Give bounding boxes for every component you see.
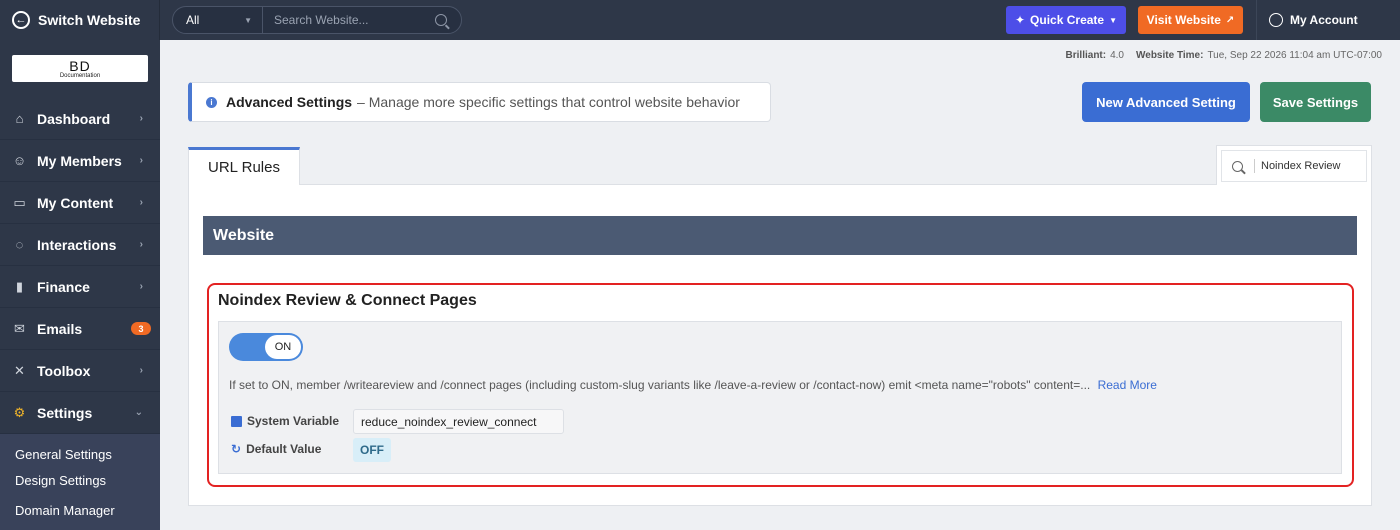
folder-icon: ▭ xyxy=(13,194,26,210)
system-variable-label-text: System Variable xyxy=(247,414,340,428)
switch-website-label: Switch Website xyxy=(38,12,141,28)
system-variable-label: System Variable xyxy=(231,414,339,428)
my-account-label: My Account xyxy=(1290,13,1358,27)
sidebar-item-emails[interactable]: ✉ Emails 3 xyxy=(0,308,160,350)
gear-icon: ⚙ xyxy=(13,404,26,420)
search-scope-select[interactable]: All ▼ xyxy=(173,7,263,33)
tools-icon: ✕ xyxy=(14,362,25,378)
sidebar-item-toolbox[interactable]: ✕ Toolbox › xyxy=(0,350,160,392)
sidebar-item-interactions[interactable]: ◌ Interactions › xyxy=(0,224,160,266)
chevron-down-icon: ⌄ xyxy=(134,407,143,418)
chevron-right-icon: › xyxy=(139,113,143,124)
chevron-right-icon: › xyxy=(139,365,143,376)
users-icon: ☺ xyxy=(12,153,27,168)
setting-description: If set to ON, member /writeareview and /… xyxy=(229,378,1157,392)
sidebar-item-label: Settings xyxy=(37,404,93,421)
visit-website-label: Visit Website xyxy=(1146,13,1221,27)
version-value: 4.0 xyxy=(1110,50,1124,61)
website-search: All ▼ Search Website... xyxy=(172,6,462,34)
copy-icon xyxy=(231,415,242,427)
chart-icon: ▮ xyxy=(15,278,24,294)
tab-url-rules[interactable]: URL Rules xyxy=(188,147,300,185)
email-count-badge: 3 xyxy=(131,322,151,335)
top-bar: ← Switch Website All ▼ Search Website...… xyxy=(0,0,1400,40)
description-text: If set to ON, member /writeareview and /… xyxy=(229,378,1091,392)
default-value-label: ↻ Default Value xyxy=(231,442,321,456)
chevron-right-icon: › xyxy=(139,155,143,166)
settings-filter: Noindex Review xyxy=(1216,145,1372,185)
sidebar-item-settings[interactable]: ⚙ Settings ⌄ xyxy=(0,392,160,434)
search-input[interactable]: Search Website... xyxy=(263,13,435,27)
toggle-knob: ON xyxy=(265,335,301,359)
back-arrow-icon: ← xyxy=(12,11,30,29)
default-value-label-text: Default Value xyxy=(246,442,322,456)
sidebar-item-my-members[interactable]: ☺ My Members › xyxy=(0,140,160,182)
setting-toggle[interactable]: ON xyxy=(229,333,303,361)
section-header-website: Website xyxy=(203,216,1357,255)
sparkle-icon: ✦ xyxy=(1014,13,1026,27)
filter-value: Noindex Review xyxy=(1254,159,1340,173)
submenu-domain-manager[interactable]: Domain Manager xyxy=(15,503,115,518)
search-scope-value: All xyxy=(186,13,200,27)
website-meta: Brilliant: 4.0 Website Time: Tue, Sep 22 2… xyxy=(1066,50,1382,61)
chevron-down-icon: ▼ xyxy=(244,15,252,25)
settings-submenu: General Settings Design Settings Domain … xyxy=(0,434,160,530)
chevron-right-icon: › xyxy=(139,281,143,292)
sidebar: BD Documentation ⌂ Dashboard › ☺ My Memb… xyxy=(0,40,160,530)
mail-icon: ✉ xyxy=(14,320,25,336)
website-time: Website Time: Tue, Sep 22 2026 11:04 am U… xyxy=(1136,50,1382,61)
new-advanced-setting-button[interactable]: New Advanced Setting xyxy=(1082,82,1250,122)
sidebar-item-dashboard[interactable]: ⌂ Dashboard › xyxy=(0,98,160,140)
page-subtitle: – Manage more specific settings that con… xyxy=(357,94,740,110)
visit-website-button[interactable]: Visit Website ↗ xyxy=(1138,6,1243,34)
chevron-right-icon: › xyxy=(139,197,143,208)
settings-filter-input[interactable]: Noindex Review xyxy=(1221,150,1367,182)
user-icon xyxy=(1269,13,1283,27)
search-icon[interactable] xyxy=(435,14,447,26)
time-value: Tue, Sep 22 2026 11:04 am UTC-07:00 xyxy=(1207,50,1382,61)
submenu-design-settings[interactable]: Design Settings xyxy=(15,473,106,488)
site-logo[interactable]: BD Documentation xyxy=(12,55,148,82)
logo-subtext: Documentation xyxy=(59,72,101,79)
setting-title: Noindex Review & Connect Pages xyxy=(218,292,477,309)
sidebar-item-label: Dashboard xyxy=(37,110,111,127)
sidebar-item-label: My Content xyxy=(37,194,114,211)
quick-create-label: Quick Create xyxy=(1030,13,1105,27)
home-icon: ⌂ xyxy=(15,111,24,126)
quick-create-button[interactable]: ✦ Quick Create ▼ xyxy=(1006,6,1126,34)
save-settings-button[interactable]: Save Settings xyxy=(1260,82,1371,122)
chevron-right-icon: › xyxy=(139,239,143,250)
my-account-button[interactable]: My Account xyxy=(1256,0,1400,40)
sidebar-item-label: Toolbox xyxy=(37,362,91,379)
search-icon xyxy=(1232,160,1243,172)
time-label: Website Time: xyxy=(1136,50,1204,61)
submenu-general-settings[interactable]: General Settings xyxy=(15,447,112,462)
info-icon: i xyxy=(206,96,217,108)
sidebar-item-finance[interactable]: ▮ Finance › xyxy=(0,266,160,308)
sidebar-item-label: Interactions xyxy=(37,236,117,253)
refresh-icon: ↻ xyxy=(231,442,242,456)
chevron-down-icon: ▼ xyxy=(1109,15,1118,25)
external-link-icon: ↗ xyxy=(1225,14,1235,26)
sidebar-item-label: My Members xyxy=(37,152,122,169)
version-info: Brilliant: 4.0 xyxy=(1066,50,1124,61)
version-label: Brilliant: xyxy=(1065,50,1107,61)
read-more-link[interactable]: Read More xyxy=(1098,378,1157,392)
page-header: i Advanced Settings – Manage more specif… xyxy=(188,82,771,122)
page-title: Advanced Settings xyxy=(226,94,353,110)
switch-website-button[interactable]: ← Switch Website xyxy=(0,0,160,40)
default-value-badge: OFF xyxy=(353,438,391,462)
sidebar-item-label: Finance xyxy=(37,278,90,295)
chat-icon: ◌ xyxy=(15,237,24,252)
system-variable-value: reduce_noindex_review_connect xyxy=(353,409,564,434)
logo-text: BD xyxy=(69,57,91,74)
sidebar-item-label: Emails xyxy=(37,320,83,337)
sidebar-item-my-content[interactable]: ▭ My Content › xyxy=(0,182,160,224)
